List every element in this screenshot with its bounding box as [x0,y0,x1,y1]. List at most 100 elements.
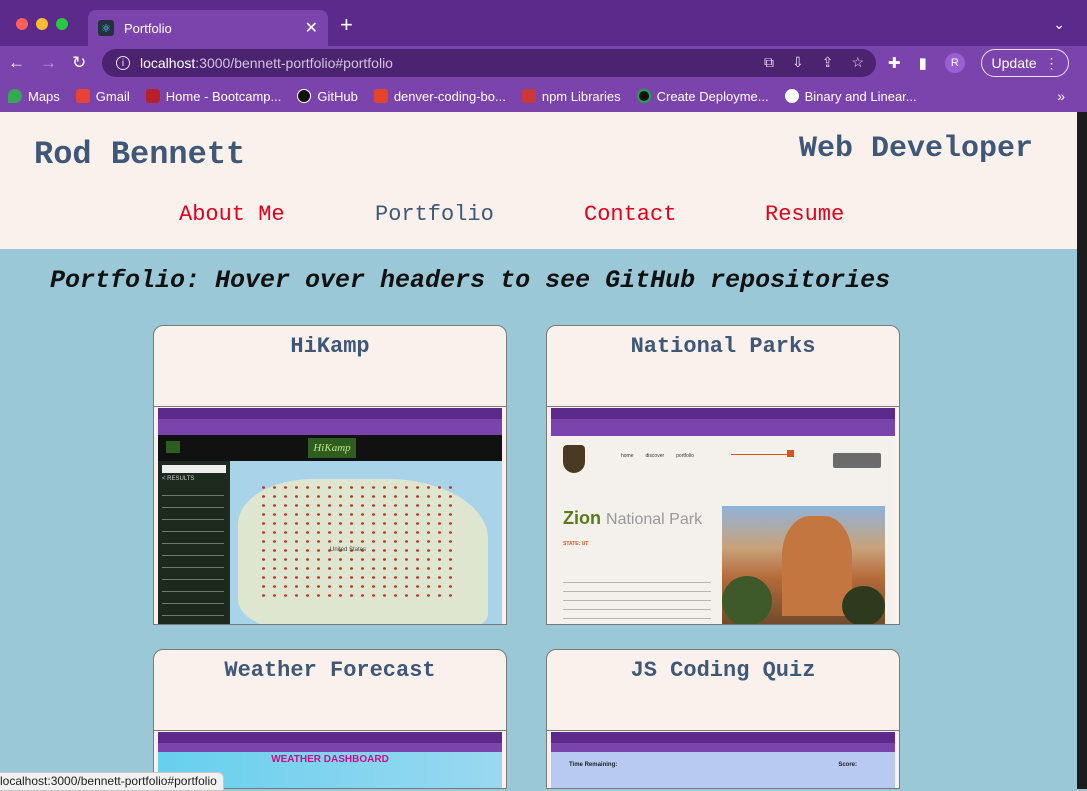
minimize-window-button[interactable] [36,18,48,30]
project-title[interactable]: National Parks [547,334,899,359]
globe-icon [784,89,799,103]
mini-bookmarks [551,428,895,436]
bookmark-bootcamp[interactable]: Home - Bootcamp... [145,89,281,104]
map-country-label: United States [330,547,367,553]
url-path: :3000/bennett-portfolio#portfolio [195,55,393,71]
mini-browser-tabs [158,732,502,742]
update-button[interactable]: Update ⋮ [981,49,1069,77]
project-card-weather-forecast[interactable]: Weather Forecast WEATHER DASHBOARD [153,649,507,789]
url-host: localhost [140,55,196,71]
parks-description [563,576,711,622]
bookmark-npm[interactable]: npm Libraries [521,89,621,104]
parks-zion-photo [722,506,885,624]
project-card-js-coding-quiz[interactable]: JS Coding Quiz Time Remaining: Score: [546,649,900,789]
update-label: Update [991,55,1037,71]
photo-tree-left [722,576,772,624]
project-title[interactable]: Weather Forecast [154,658,506,683]
toolbar-right: ✚ ▮ R [888,53,965,73]
photo-tree-right [842,586,885,624]
bookmark-create-deployment[interactable]: Create Deployme... [636,89,769,104]
install-icon[interactable]: ⇩ [792,54,804,71]
bookmark-denver-coding[interactable]: denver-coding-bo... [373,89,506,104]
address-bar-actions: ⧉ ⇩ ⇪ ☆ [764,54,864,71]
reload-icon[interactable]: ↻ [72,52,86,74]
nav-resume[interactable]: Resume [765,202,844,227]
bookmark-github[interactable]: GitHub [297,89,358,104]
site-role: Web Developer [798,132,1033,166]
project-screenshot-national-parks[interactable]: home discover portfolio Zion National Pa… [551,408,895,624]
map-markers [258,483,458,603]
project-card-hikamp[interactable]: HiKamp HiKamp < RESULTS United States [153,325,507,625]
bookmark-star-icon[interactable]: ☆ [851,54,864,71]
quiz-time-label: Time Remaining: [569,762,618,768]
bookmark-binary-linear[interactable]: Binary and Linear... [784,89,917,104]
project-screenshot-quiz[interactable]: Time Remaining: Score: [551,732,895,788]
bookmark-gmail[interactable]: Gmail [75,89,130,104]
close-window-button[interactable] [16,18,28,30]
mini-browser-tabs [551,408,895,418]
avatar[interactable]: R [944,53,965,73]
bookmarks-bar: Maps Gmail Home - Bootcamp... GitHub den… [0,80,1087,112]
gitlab-icon [373,89,388,103]
hikamp-results-label: < RESULTS [162,476,195,482]
hikamp-menu-icon [166,441,180,453]
bookmark-maps[interactable]: Maps [8,89,60,104]
hikamp-search-field [162,465,226,473]
quiz-score-label: Score: [838,762,857,768]
gmail-icon [75,89,90,103]
site-info-icon[interactable]: i [116,56,130,70]
maps-icon [8,89,22,103]
tab-portfolio[interactable]: ⚛ Portfolio ✕ [88,10,328,46]
parks-dropdown [833,453,881,468]
new-tab-button[interactable]: + [340,14,353,36]
site-header: Rod Bennett Web Developer About Me Portf… [0,112,1077,249]
project-screenshot-hikamp[interactable]: HiKamp < RESULTS United States [158,408,502,624]
react-icon: ⚛ [98,20,114,36]
kebab-menu-icon[interactable]: ⋮ [1044,55,1058,72]
back-icon[interactable]: ← [8,52,25,74]
tab-title: Portfolio [124,20,172,36]
project-title[interactable]: HiKamp [154,334,506,359]
address-bar[interactable]: i localhost:3000/bennett-portfolio#portf… [102,49,876,77]
mini-browser-bar [551,418,895,428]
mongodb-icon [636,89,651,103]
github-icon [297,89,312,103]
nav-portfolio[interactable]: Portfolio [375,202,494,227]
weather-heading: WEATHER DASHBOARD [271,754,389,765]
parks-park-title: Zion National Park [563,508,703,528]
close-tab-icon[interactable]: ✕ [305,18,318,38]
mini-browser-tabs [551,732,895,742]
hikamp-map: United States [230,461,502,624]
forward-icon[interactable]: → [40,52,57,74]
extensions-icon[interactable]: ✚ [888,54,901,72]
mini-browser-bar [158,742,502,752]
section-title: Portfolio: Hover over headers to see Git… [50,266,891,295]
parks-nav: home discover portfolio [621,453,694,459]
nav-about-me[interactable]: About Me [179,202,285,227]
chevron-down-icon[interactable]: ⌄ [1053,16,1065,33]
mini-browser-bar [551,742,895,752]
project-card-national-parks[interactable]: National Parks home discover portfolio Z… [546,325,900,625]
side-panel-icon[interactable]: ▮ [919,54,927,72]
project-title[interactable]: JS Coding Quiz [547,658,899,683]
bootcamp-icon [145,89,160,103]
status-bar-url: localhost:3000/bennett-portfolio#portfol… [0,772,224,791]
mini-browser-bar [158,418,502,428]
portfolio-page: Rod Bennett Web Developer About Me Portf… [0,112,1077,789]
browser-toolbar: ← → ↻ i localhost:3000/bennett-portfolio… [0,46,1087,80]
parks-search-field [731,454,787,455]
parks-search-icon [787,450,794,457]
nav-contact[interactable]: Contact [584,202,676,227]
nps-arrowhead-icon [563,445,585,473]
tab-strip: ⚛ Portfolio ✕ + ⌄ [0,0,1087,46]
maximize-window-button[interactable] [56,18,68,30]
open-in-window-icon[interactable]: ⧉ [764,54,774,71]
card-divider [547,406,899,407]
hikamp-header: HiKamp [158,435,502,461]
browser-chrome: ⚛ Portfolio ✕ + ⌄ ← → ↻ i localhost:3000… [0,0,1087,112]
card-divider [547,730,899,731]
share-icon[interactable]: ⇪ [822,54,834,71]
parks-state-label: STATE: UT [563,541,589,547]
window-edge [1077,112,1087,789]
bookmarks-overflow-icon[interactable]: » [1057,88,1065,104]
